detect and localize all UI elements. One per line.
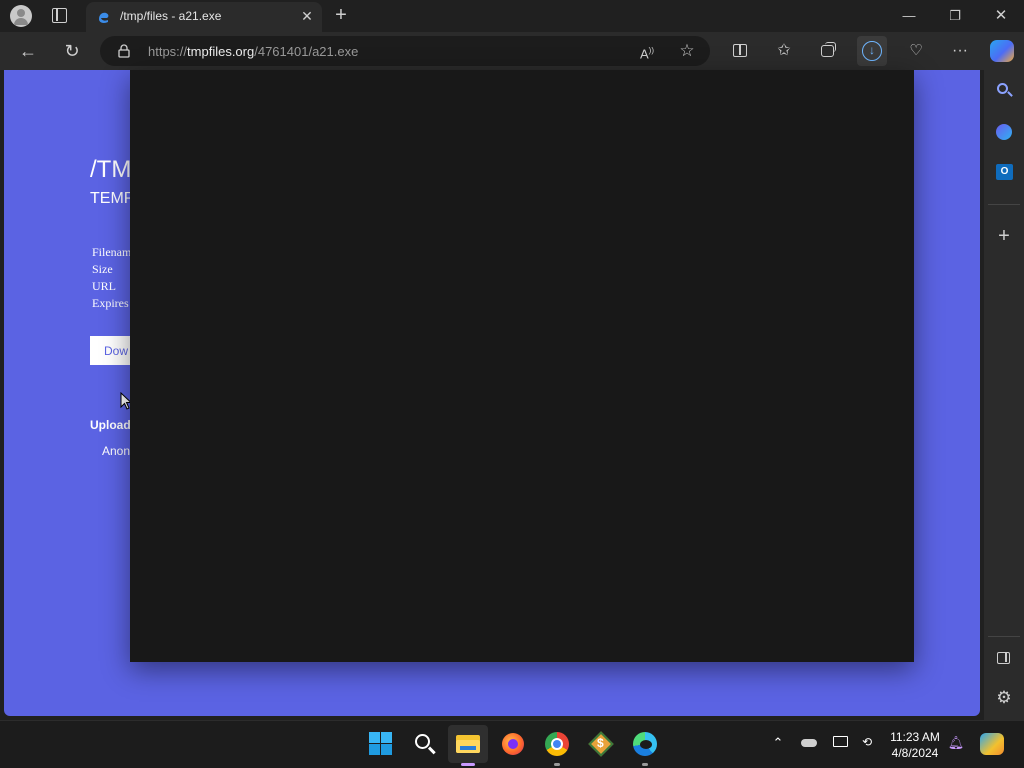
tab-title: /tmp/files - a21.exe	[120, 9, 222, 23]
title-bar: /tmp/files - a21.exe ✕ + — ❐ ✕	[0, 0, 1024, 32]
close-tab-icon[interactable]: ✕	[298, 7, 316, 25]
chrome-icon[interactable]	[544, 731, 570, 757]
sidebar-divider	[988, 204, 1020, 205]
meta-label-url: URL	[92, 279, 116, 293]
running-indicator	[642, 763, 648, 766]
read-aloud-icon[interactable]: A))	[634, 38, 660, 64]
copilot-icon[interactable]	[990, 40, 1014, 62]
copilot-taskbar-icon[interactable]	[980, 733, 1004, 755]
profile-icon[interactable]	[10, 5, 32, 27]
system-clock[interactable]: 11:23 AM 4/8/2024	[874, 729, 956, 761]
edge-sidebar: O + ⚙	[984, 70, 1024, 720]
refresh-icon[interactable]: ↻	[59, 38, 85, 64]
file-explorer-icon[interactable]	[455, 731, 481, 757]
add-icon[interactable]: +	[992, 224, 1016, 248]
edge-icon[interactable]	[632, 731, 658, 757]
anonymous-label: Anon	[102, 444, 131, 458]
sidebar-divider	[988, 636, 1020, 637]
collections-icon[interactable]	[815, 38, 841, 64]
favorite-star-icon[interactable]: ☆	[674, 38, 700, 64]
notification-bell-icon[interactable]: 🔔︎	[947, 735, 965, 751]
active-indicator	[461, 763, 475, 766]
copilot-sidebar-icon[interactable]	[992, 120, 1016, 144]
browser-tab[interactable]: /tmp/files - a21.exe ✕	[86, 2, 322, 32]
search-icon[interactable]	[992, 79, 1016, 103]
restore-icon[interactable]: ❐	[932, 0, 978, 32]
firefox-icon[interactable]	[500, 731, 526, 757]
downloads-icon[interactable]: ↓	[857, 36, 887, 66]
edge-favicon	[99, 12, 109, 23]
browser-essentials-icon[interactable]: ♡	[903, 38, 929, 64]
close-window-icon[interactable]: ✕	[978, 0, 1024, 32]
favorites-icon[interactable]: ✩	[771, 38, 797, 64]
more-icon[interactable]: ···	[947, 38, 973, 64]
dark-overlay-window[interactable]	[130, 70, 914, 662]
url-scheme: https://	[148, 44, 188, 59]
sidebar-toggle-icon[interactable]	[992, 646, 1016, 670]
tab-actions-icon[interactable]	[52, 8, 67, 23]
search-icon[interactable]	[412, 731, 438, 757]
minimize-icon[interactable]: —	[886, 0, 932, 32]
url-text[interactable]: https://tmpfiles.org/4761401/a21.exe	[148, 44, 358, 59]
running-indicator	[554, 763, 560, 766]
new-tab-icon[interactable]: +	[330, 4, 352, 26]
back-icon[interactable]: ←	[15, 38, 41, 64]
clock-date: 4/8/2024	[891, 746, 939, 760]
clock-time: 11:23 AM	[890, 730, 940, 744]
chevron-up-icon[interactable]: ⌃	[769, 735, 787, 751]
lock-icon	[118, 44, 130, 58]
outlook-icon[interactable]: O	[992, 160, 1016, 184]
app-icon[interactable]: $	[588, 731, 614, 757]
url-path: /4761401/a21.exe	[254, 44, 359, 59]
browser-toolbar: ← ↻ https://tmpfiles.org/4761401/a21.exe…	[0, 32, 1024, 70]
meta-label-filename: Filenam	[92, 245, 132, 259]
split-screen-icon[interactable]	[727, 38, 753, 64]
address-bar[interactable]: https://tmpfiles.org/4761401/a21.exe A))…	[100, 36, 710, 66]
settings-icon[interactable]: ⚙	[992, 686, 1016, 710]
url-domain: tmpfiles.org	[187, 44, 255, 59]
taskbar: $ ⌃ ⟲ 11:23 AM 4/8/2024 🔔︎	[0, 720, 1024, 768]
windows-start-icon[interactable]	[368, 731, 394, 757]
meta-label-size: Size	[92, 262, 113, 276]
site-title: /TM	[90, 156, 132, 183]
upload-label[interactable]: Upload	[90, 418, 131, 432]
site-subtitle: TEMP	[90, 190, 135, 207]
meta-label-expires: Expires	[92, 296, 129, 310]
